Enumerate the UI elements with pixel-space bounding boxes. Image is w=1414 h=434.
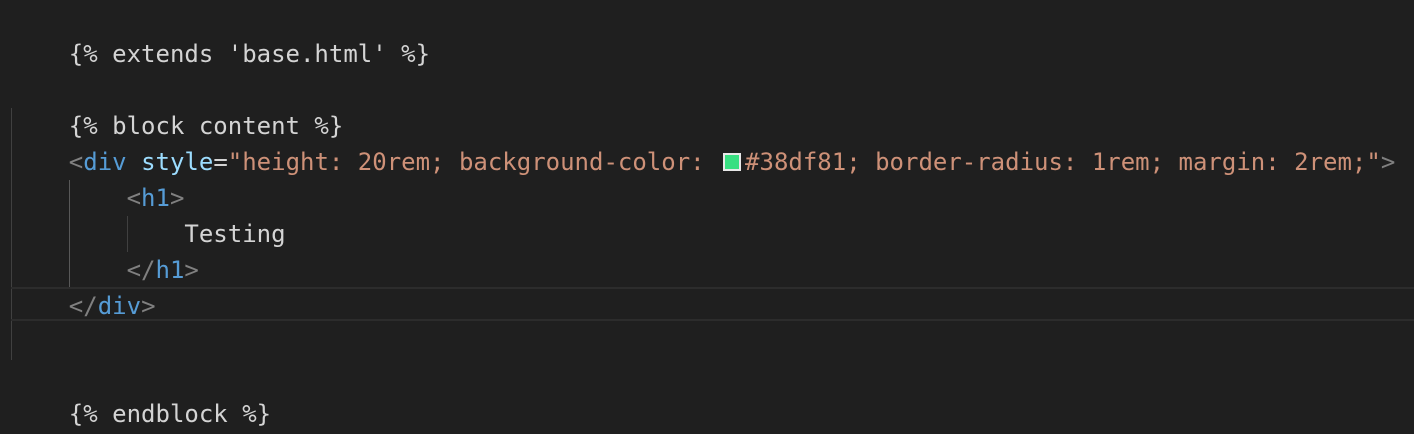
code-line-11[interactable]: {% endblock %} (11, 360, 271, 428)
code-line-3[interactable]: {% block content %} (11, 72, 344, 140)
h1-open-close-bracket: > (169, 184, 185, 212)
code-line-1[interactable]: {% extends 'base.html' %} (11, 0, 430, 68)
div-close-bracket: </ (68, 292, 98, 320)
template-extends-tag: {% extends 'base.html' %} (68, 40, 431, 68)
color-swatch-icon[interactable] (723, 153, 742, 171)
attribute-equals: = (213, 148, 228, 176)
current-line-highlight (11, 287, 1414, 321)
style-value-start: "height: 20rem; background-color: (227, 148, 720, 176)
code-line-7[interactable]: Testing (11, 216, 286, 252)
code-editor[interactable]: {% extends 'base.html' %} {% block conte… (0, 0, 1414, 434)
h1-open-bracket: < (126, 184, 142, 212)
style-value-end: #38df81; border-radius: 1rem; margin: 2r… (745, 148, 1381, 176)
div-close-end-bracket: > (141, 292, 156, 320)
code-line-8[interactable]: </h1> (11, 252, 199, 288)
code-line-5[interactable]: <div style="height: 20rem; background-co… (11, 144, 1395, 180)
h1-tag-name: h1 (141, 184, 170, 212)
template-block-tag: {% block content %} (68, 112, 344, 140)
style-attribute-name: style (141, 148, 214, 176)
h1-close-end-bracket: > (184, 256, 199, 284)
div-open-close-bracket: > (1380, 148, 1396, 176)
div-tag-name: div (83, 148, 127, 176)
code-line-9[interactable]: </div> (11, 288, 156, 324)
div-close-tag-name: div (97, 292, 142, 320)
h1-close-tag-name: h1 (155, 256, 185, 284)
div-open-bracket: < (68, 148, 84, 176)
code-line-6[interactable]: <h1> (11, 180, 185, 216)
h1-close-bracket: </ (126, 256, 156, 284)
heading-text-content: Testing (184, 220, 286, 248)
template-endblock-tag: {% endblock %} (68, 400, 272, 428)
